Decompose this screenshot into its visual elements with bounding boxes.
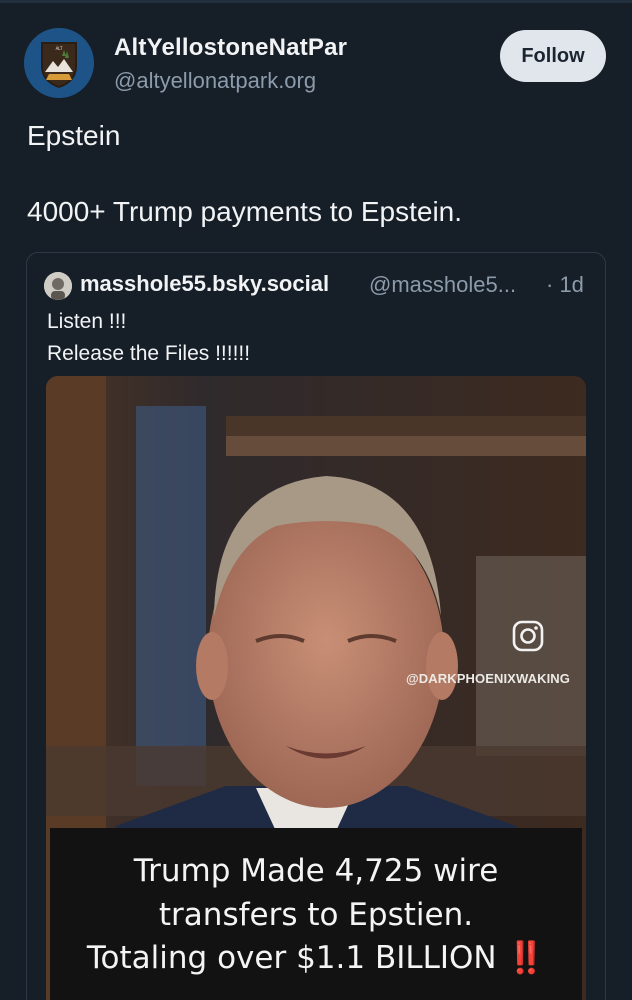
author-handle[interactable]: @altyellonatpark.org	[114, 68, 316, 94]
caption-text: Totaling over $1.1 BILLION	[86, 940, 497, 976]
follow-button[interactable]: Follow	[500, 30, 606, 82]
quote-author-avatar[interactable]	[44, 272, 72, 300]
video-caption-line: Totaling over $1.1 BILLION ‼️	[50, 939, 582, 976]
instagram-icon	[512, 620, 544, 652]
double-exclamation-icon: ‼️	[506, 940, 546, 976]
quote-author-name[interactable]: masshole55.bsky.social	[80, 271, 329, 297]
post-text-line: Epstein	[27, 120, 121, 151]
video-caption-line: transfers to Epstien.	[158, 897, 474, 933]
quote-timestamp: · 1d	[546, 272, 584, 297]
post-text-line: 4000+ Trump payments to Epstein.	[27, 196, 463, 227]
park-badge-icon: ALT	[24, 28, 94, 98]
quote-text-line: Release the Files !!!!!!	[47, 342, 251, 365]
quote-author-handle[interactable]: @masshole5...	[369, 272, 516, 298]
video-watermark: @DARKPHOENIXWAKING	[406, 671, 570, 686]
author-display-name[interactable]: AltYellostoneNatPar	[114, 34, 347, 62]
avatar-image	[44, 272, 72, 300]
quote-text-line: Listen !!!	[47, 310, 127, 333]
top-divider	[0, 0, 632, 3]
video-caption-line: Trump Made 4,725 wire	[133, 853, 499, 889]
svg-text:ALT: ALT	[56, 46, 63, 51]
author-avatar[interactable]: ALT	[24, 28, 94, 98]
